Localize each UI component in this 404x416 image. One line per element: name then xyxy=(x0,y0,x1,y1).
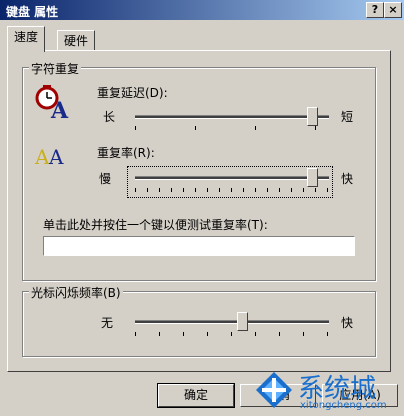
svg-text:A: A xyxy=(48,145,64,169)
repeat-delay-track xyxy=(135,115,329,119)
clock-a-icon: A xyxy=(35,85,69,122)
watermark: 系统城 xitongcheng.com xyxy=(252,368,402,414)
repeat-delay-slider-thumb[interactable] xyxy=(307,107,318,126)
repeat-rate-track xyxy=(135,176,329,180)
svg-text:A: A xyxy=(34,145,50,169)
test-repeat-input[interactable] xyxy=(43,236,355,256)
repeat-delay-min-label: 长 xyxy=(103,110,116,124)
test-repeat-label: 单击此处并按住一个键以便测试重复率(T): xyxy=(43,218,268,232)
tab-hardware[interactable]: 硬件 xyxy=(57,30,96,51)
repeat-rate-max-label: 快 xyxy=(341,172,354,186)
cursor-blink-legend: 光标闪烁频率(B) xyxy=(29,284,123,301)
cursor-blink-min-label: 无 xyxy=(101,316,114,330)
char-repeat-legend: 字符重复 xyxy=(29,60,82,77)
cursor-blink-ticks xyxy=(135,332,329,336)
keyboard-properties-window: 键盘 属性 ? × 速度 硬件 字符重复 A 重复延迟(D): 长 短 A A … xyxy=(0,0,404,416)
repeat-rate-label: 重复率(R): xyxy=(97,146,155,160)
windows-logo-icon xyxy=(256,372,292,408)
cursor-blink-track xyxy=(135,320,329,324)
repeat-delay-label: 重复延迟(D): xyxy=(97,86,168,100)
repeat-rate-min-label: 慢 xyxy=(99,172,112,186)
close-button[interactable]: × xyxy=(384,2,402,18)
tab-speed-label: 速度 xyxy=(14,30,39,44)
repeat-aa-icon: A A xyxy=(34,145,64,169)
window-title: 键盘 属性 xyxy=(6,5,59,19)
repeat-rate-focus-rect xyxy=(127,166,333,198)
cursor-blink-slider-thumb[interactable] xyxy=(237,312,249,331)
repeat-delay-ticks xyxy=(135,126,329,130)
svg-text:A: A xyxy=(50,98,69,122)
tab-speed[interactable]: 速度 xyxy=(7,26,46,52)
watermark-url: xitongcheng.com xyxy=(300,400,387,411)
title-bar: 键盘 属性 ? × xyxy=(0,0,404,20)
help-button[interactable]: ? xyxy=(366,2,384,18)
cursor-blink-group: 光标闪烁频率(B) 无 快 xyxy=(22,284,376,357)
ok-button[interactable]: 确定 xyxy=(157,383,235,408)
tab-hardware-label: 硬件 xyxy=(64,34,89,48)
speed-tab-panel: 字符重复 A 重复延迟(D): 长 短 A A 重复率(R): 慢 快 单击此处… xyxy=(7,50,391,372)
char-repeat-group: 字符重复 A 重复延迟(D): 长 短 A A 重复率(R): 慢 快 单击此处… xyxy=(22,60,376,281)
cursor-blink-max-label: 快 xyxy=(341,316,354,330)
repeat-delay-max-label: 短 xyxy=(341,110,354,124)
repeat-rate-slider-thumb[interactable] xyxy=(307,168,318,187)
repeat-rate-ticks xyxy=(135,188,329,192)
